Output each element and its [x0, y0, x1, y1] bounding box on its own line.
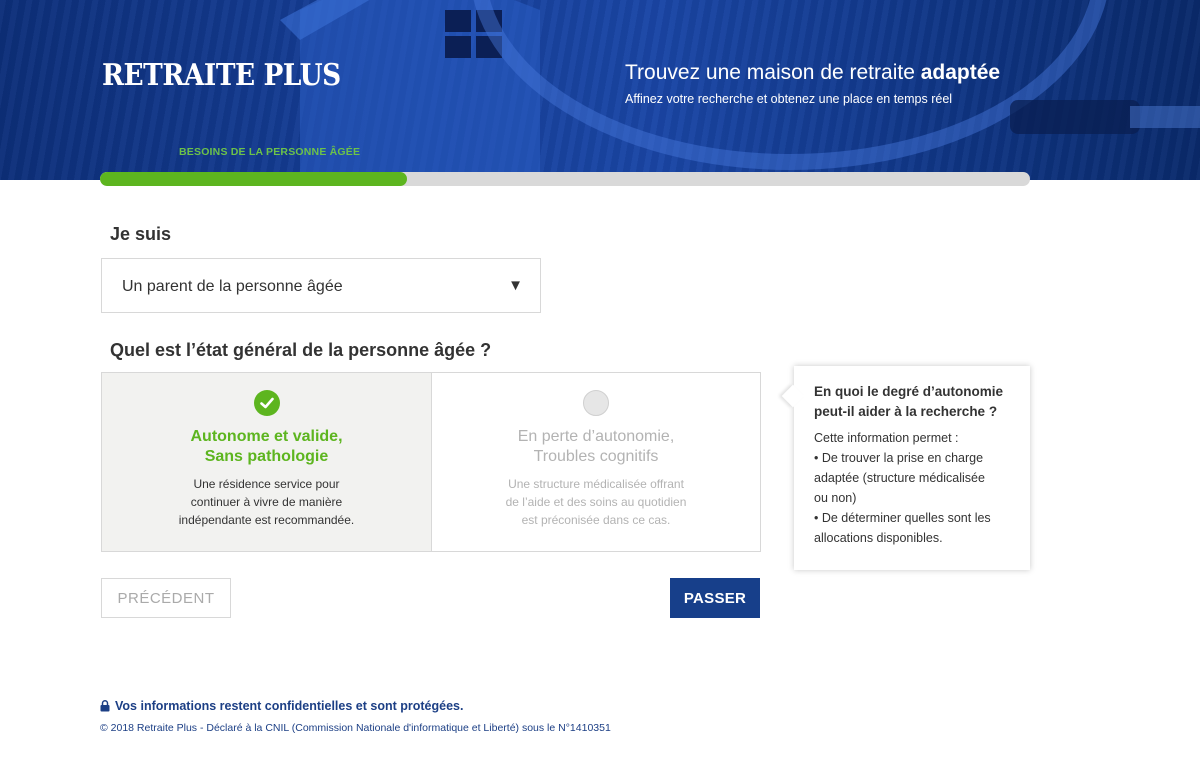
option-description: Une résidence service pour continuer à v…	[178, 477, 355, 527]
privacy-text: Vos informations restent confidentielles…	[115, 699, 464, 713]
check-icon	[253, 390, 280, 416]
tooltip-title: En quoi le degré d’autonomie peut-il aid…	[814, 384, 1004, 419]
question-je-suis: Je suis	[110, 224, 172, 244]
tagline-emphasis: adaptée	[920, 61, 1001, 84]
progress-bar	[100, 172, 1030, 186]
copyright: © 2018 Retraite Plus - Déclaré à la CNIL…	[100, 722, 611, 734]
key-illustration	[1010, 100, 1200, 134]
progress-bar-fill	[100, 172, 407, 186]
option-title: En perte d’autonomie, Troubles cognitifs	[517, 428, 675, 465]
radio-circle-icon	[583, 390, 609, 416]
option-card-perte-autonomie[interactable]: En perte d’autonomie, Troubles cognitifs…	[431, 373, 760, 551]
skip-button[interactable]: PASSER	[670, 578, 760, 618]
dropdown-arrow-icon: ▼	[508, 277, 523, 294]
relationship-select[interactable]: Un parent de la personne âgée ▼	[101, 258, 541, 313]
option-description: Une structure médicalisée offrant de l’a…	[505, 477, 687, 527]
step-label: BESOINS DE LA PERSONNE ÂGÉE	[179, 146, 361, 158]
header-subtagline: Affinez votre recherche et obtenez une p…	[625, 92, 953, 106]
privacy-notice: Vos informations restent confidentielles…	[100, 699, 463, 713]
question-etat-general: Quel est l’état général de la personne â…	[110, 340, 492, 360]
previous-button[interactable]: PRÉCÉDENT	[101, 578, 231, 618]
logo[interactable]: RETRAITE PLUS	[102, 58, 341, 94]
select-value: Un parent de la personne âgée	[122, 278, 343, 295]
info-tooltip: En quoi le degré d’autonomie peut-il aid…	[794, 366, 1030, 570]
option-card-autonome[interactable]: Autonome et valide, Sans pathologie Une …	[102, 373, 431, 551]
lock-icon	[100, 700, 110, 712]
header-tagline: Trouvez une maison de retraite adaptée	[625, 61, 1001, 84]
header-banner: RETRAITE PLUS Trouvez une maison de retr…	[0, 0, 1200, 180]
option-title: Autonome et valide, Sans pathologie	[190, 428, 343, 465]
tooltip-body: Cette information permet : • De trouver …	[814, 431, 991, 545]
autonomy-options: Autonome et valide, Sans pathologie Une …	[101, 372, 761, 552]
